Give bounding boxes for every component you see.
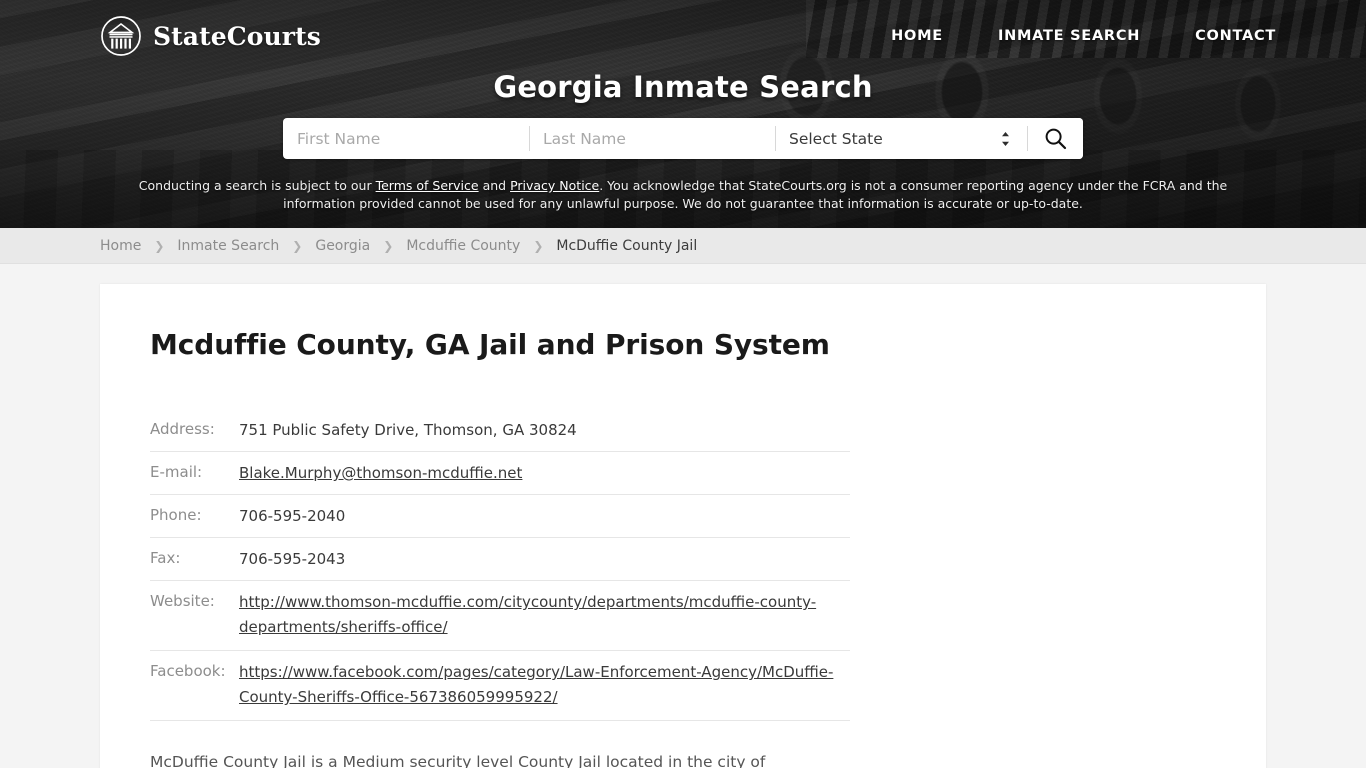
first-name-field-wrap <box>283 118 529 159</box>
last-name-input[interactable] <box>543 129 761 148</box>
table-row-website: Website: http://www.thomson-mcduffie.com… <box>150 581 850 651</box>
breadcrumb-item-mcduffie-county[interactable]: Mcduffie County <box>406 238 520 254</box>
facility-details-table: Address: 751 Public Safety Drive, Thomso… <box>150 409 850 721</box>
table-row-fax: Fax: 706-595-2043 <box>150 538 850 581</box>
nav-item-inmate-search[interactable]: INMATE SEARCH <box>998 28 1140 44</box>
breadcrumb-separator-icon: ❯ <box>383 238 394 253</box>
row-label: Website: <box>150 592 215 610</box>
brand-logo-link[interactable]: StateCourts <box>100 15 321 57</box>
row-value-address: 751 Public Safety Drive, Thomson, GA 308… <box>239 421 577 439</box>
row-label: Address: <box>150 420 215 438</box>
disclaimer-text-2: and <box>478 178 511 193</box>
facebook-link[interactable]: https://www.facebook.com/pages/category/… <box>239 663 833 706</box>
table-row-email: E-mail: Blake.Murphy@thomson-mcduffie.ne… <box>150 452 850 495</box>
inmate-search-bar: Select State <box>283 118 1083 159</box>
row-value-facebook: https://www.facebook.com/pages/category/… <box>239 660 850 710</box>
hero-title: Georgia Inmate Search <box>493 70 873 104</box>
breadcrumb-item-current: McDuffie County Jail <box>556 237 698 254</box>
search-disclaimer: Conducting a search is subject to our Te… <box>120 177 1246 213</box>
state-select-value: Select State <box>789 129 883 148</box>
first-name-input[interactable] <box>297 129 515 148</box>
row-value-website: http://www.thomson-mcduffie.com/citycoun… <box>239 590 850 640</box>
site-header: StateCourts HOME INMATE SEARCH CONTACT G… <box>0 0 1366 228</box>
brand-name: StateCourts <box>153 21 321 51</box>
row-value-fax: 706-595-2043 <box>239 550 346 568</box>
search-button[interactable] <box>1027 118 1083 159</box>
page-title: Mcduffie County, GA Jail and Prison Syst… <box>150 328 830 361</box>
row-value-phone: 706-595-2040 <box>239 507 346 525</box>
table-row-address: Address: 751 Public Safety Drive, Thomso… <box>150 409 850 452</box>
email-link[interactable]: Blake.Murphy@thomson-mcduffie.net <box>239 464 522 482</box>
breadcrumb-item-inmate-search[interactable]: Inmate Search <box>177 238 279 254</box>
state-select[interactable]: Select State <box>775 118 1027 159</box>
table-row-facebook: Facebook: https://www.facebook.com/pages… <box>150 651 850 721</box>
last-name-field-wrap <box>529 118 775 159</box>
top-bar: StateCourts HOME INMATE SEARCH CONTACT <box>0 0 1366 72</box>
breadcrumb-separator-icon: ❯ <box>292 238 303 253</box>
select-stepper-icon <box>1000 130 1011 148</box>
website-link[interactable]: http://www.thomson-mcduffie.com/citycoun… <box>239 593 816 636</box>
breadcrumb-bar: Home ❯ Inmate Search ❯ Georgia ❯ Mcduffi… <box>0 228 1366 264</box>
table-row-phone: Phone: 706-595-2040 <box>150 495 850 538</box>
page-body: Mcduffie County, GA Jail and Prison Syst… <box>0 264 1366 768</box>
row-label: Fax: <box>150 549 181 567</box>
breadcrumb-item-home[interactable]: Home <box>100 238 141 254</box>
disclaimer-text-1: Conducting a search is subject to our <box>138 178 376 193</box>
row-label: E-mail: <box>150 463 203 481</box>
nav-item-home[interactable]: HOME <box>891 28 943 44</box>
content-card: Mcduffie County, GA Jail and Prison Syst… <box>100 284 1266 768</box>
row-label: Phone: <box>150 506 202 524</box>
breadcrumb-separator-icon: ❯ <box>154 238 165 253</box>
privacy-notice-link[interactable]: Privacy Notice <box>510 178 599 193</box>
magnifier-icon <box>1044 127 1067 150</box>
terms-of-service-link[interactable]: Terms of Service <box>376 178 479 193</box>
row-value-email: Blake.Murphy@thomson-mcduffie.net <box>239 461 850 486</box>
facility-description: McDuffie County Jail is a Medium securit… <box>150 753 766 768</box>
nav-item-contact[interactable]: CONTACT <box>1195 28 1276 44</box>
main-navigation: HOME INMATE SEARCH CONTACT <box>891 28 1276 44</box>
row-label: Facebook: <box>150 662 226 680</box>
courthouse-circle-logo-icon <box>100 15 142 57</box>
breadcrumb: Home ❯ Inmate Search ❯ Georgia ❯ Mcduffi… <box>100 238 697 254</box>
breadcrumb-separator-icon: ❯ <box>533 238 544 253</box>
breadcrumb-item-georgia[interactable]: Georgia <box>315 238 370 254</box>
